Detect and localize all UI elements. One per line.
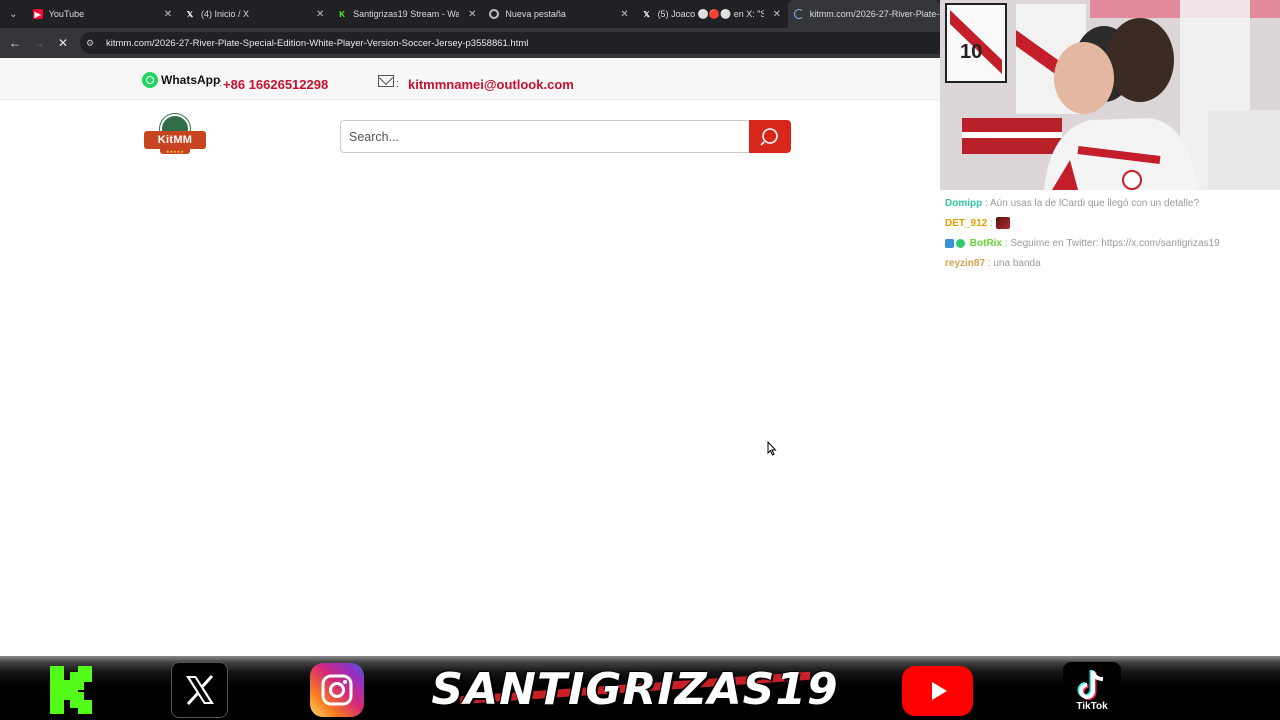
- search-input[interactable]: [340, 120, 750, 153]
- screen: { "browser": { "tabs": [ {"title": "YouT…: [0, 0, 1280, 720]
- tab-title: Nueva pestaña: [505, 9, 566, 19]
- contact-bar: WhatsApp : +86 16626512298 : kitmmnamei@…: [0, 58, 940, 100]
- email-colon: :: [396, 78, 400, 90]
- chat-message: Domipp : Aún usas la de lCardi que llegó…: [945, 196, 1276, 212]
- forward-button[interactable]: →: [27, 31, 51, 55]
- whatsapp-phone-link[interactable]: +86 16626512298: [223, 77, 328, 92]
- chat-username: DET_912: [945, 218, 988, 229]
- tab-new-tab[interactable]: Nueva pestaña ✕: [483, 0, 635, 28]
- chat-message: BotRix : Seguime en Twitter: https://x.c…: [945, 236, 1276, 252]
- whatsapp-colon: :: [219, 78, 222, 89]
- tab-kitmm[interactable]: kitmm.com/2026-27-River-Plate-Special-Ed…: [787, 0, 940, 28]
- loading-icon: [793, 9, 804, 19]
- x-logo-icon: 𝕏: [643, 9, 650, 19]
- tab-title: (4) Inicio / X: [200, 9, 249, 19]
- chat-text: : Aún usas la de lCardi que llegó con un…: [982, 198, 1200, 209]
- chrome-icon: [489, 9, 500, 19]
- webcam-feed: 10: [940, 0, 1280, 190]
- tab-youtube[interactable]: ▶ YouTube ✕: [27, 0, 179, 28]
- search-button[interactable]: [749, 120, 791, 153]
- tab-x-post[interactable]: 𝕏 (5) Joaco ⚪🔴⚪ en X: "Si no ✕: [636, 0, 788, 28]
- tab-title: kitmm.com/2026-27-River-Plate-Special-Ed…: [809, 9, 940, 19]
- chat-message: reyzin87 : una banda: [945, 256, 1276, 272]
- chat-text: : Seguime en Twitter: https://x.com/sant…: [1002, 238, 1220, 249]
- address-bar[interactable]: ⚙ kitmm.com/2026-27-River-Plate-Special-…: [80, 32, 940, 54]
- x-logo-icon: 𝕏: [186, 9, 194, 19]
- streamer-camera-image: 10: [940, 0, 1280, 190]
- chat-message: DET_912 :: [945, 216, 1276, 232]
- chat-username: reyzin87: [945, 258, 986, 269]
- tab-title: YouTube: [48, 9, 85, 19]
- x-logo-icon: [171, 662, 228, 718]
- web-page: WhatsApp : +86 16626512298 : kitmmnamei@…: [0, 58, 940, 656]
- bot-badge-icon: [956, 238, 965, 248]
- youtube-icon: [902, 666, 973, 716]
- close-icon[interactable]: ✕: [161, 9, 175, 20]
- browser-toolbar: ← → ✕ ⚙ kitmm.com/2026-27-River-Plate-Sp…: [0, 28, 940, 58]
- youtube-icon: ▶: [32, 9, 43, 19]
- tiktok-icon: TikTok: [1063, 662, 1121, 718]
- emote-icon: [995, 217, 1010, 230]
- whatsapp-icon: [142, 72, 158, 88]
- chat-text: : una banda: [985, 258, 1041, 269]
- verified-badge-icon: [945, 238, 954, 248]
- brand-text: SANTIGRIZAS19: [431, 663, 839, 715]
- tab-x-home[interactable]: 𝕏 (4) Inicio / X ✕: [179, 0, 331, 28]
- chat-username: BotRix: [969, 238, 1003, 249]
- tab-title: Santigrizas19 Stream - Watch Live: [353, 9, 460, 19]
- logo-text: KitMM: [144, 131, 206, 149]
- chat-text: :: [987, 218, 996, 229]
- mouse-cursor-icon: [767, 441, 777, 456]
- close-icon[interactable]: ✕: [770, 9, 784, 20]
- back-button[interactable]: ←: [3, 31, 27, 55]
- svg-text:10: 10: [960, 41, 982, 63]
- kick-icon: K: [339, 9, 346, 19]
- whatsapp-label: WhatsApp: [161, 73, 221, 87]
- stream-chat: Domipp : Aún usas la de lCardi que llegó…: [940, 190, 1280, 656]
- tab-title: (5) Joaco ⚪🔴⚪ en X: "Si no: [657, 8, 764, 19]
- kick-icon: [48, 664, 94, 716]
- tab-search-menu-button[interactable]: ⌄: [0, 0, 27, 28]
- chat-username: Domipp: [945, 198, 983, 209]
- close-icon[interactable]: ✕: [618, 9, 632, 20]
- search-icon: [760, 127, 778, 146]
- browser-tab-strip: ⌄ ▶ YouTube ✕ 𝕏 (4) Inicio / X ✕ K Santi…: [0, 0, 940, 28]
- tiktok-label: TikTok: [1076, 700, 1108, 712]
- streamer-brand-logo: SANTIGRIZAS19: [431, 660, 837, 718]
- tab-kick-stream[interactable]: K Santigrizas19 Stream - Watch Live ✕: [331, 0, 483, 28]
- site-logo[interactable]: KitMM ★★★★★: [144, 114, 206, 158]
- close-icon[interactable]: ✕: [465, 9, 479, 20]
- url-text: kitmm.com/2026-27-River-Plate-Special-Ed…: [106, 37, 529, 49]
- logo-stars-icon: ★★★★★: [160, 149, 190, 154]
- site-info-icon[interactable]: ⚙: [86, 38, 100, 49]
- close-icon[interactable]: ✕: [313, 9, 327, 20]
- email-link[interactable]: kitmmnamei@outlook.com: [408, 77, 574, 92]
- mail-icon: [378, 75, 394, 87]
- stop-loading-button[interactable]: ✕: [51, 31, 75, 55]
- instagram-icon: [310, 663, 364, 717]
